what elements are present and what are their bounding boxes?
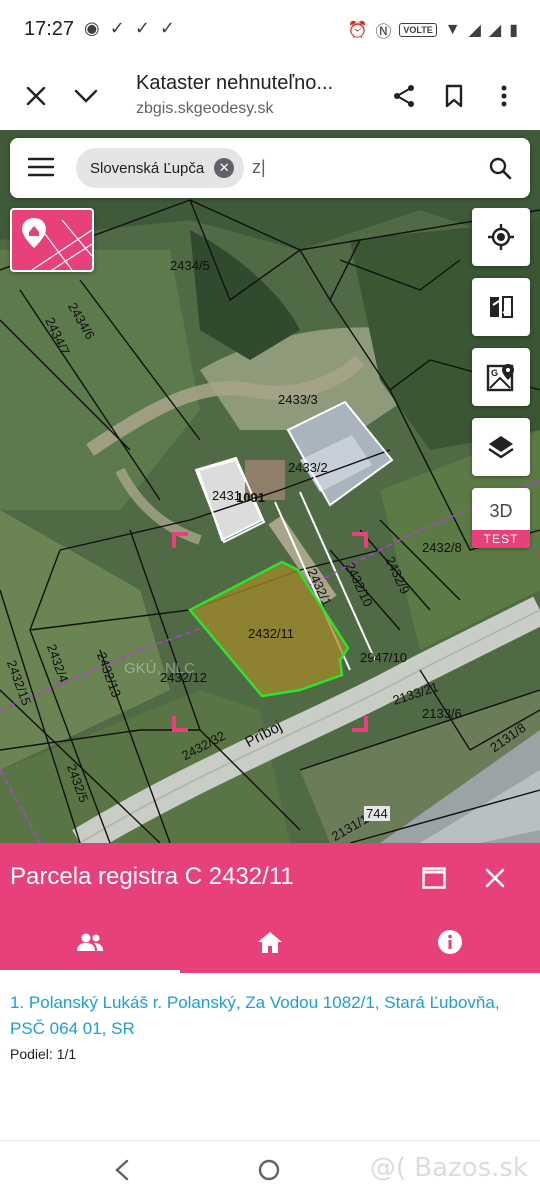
- google-maps-button[interactable]: G: [472, 348, 530, 406]
- active-tab-indicator: [0, 970, 180, 973]
- battery-icon: ▮: [509, 22, 518, 39]
- my-location-button[interactable]: [472, 208, 530, 266]
- cadastre-layer-icon: [22, 218, 92, 270]
- tab-owners[interactable]: [0, 911, 180, 973]
- nfc-icon: Ⓝ: [375, 24, 392, 41]
- layers-icon: [488, 436, 514, 459]
- parcel-label: 2433/3: [278, 392, 318, 407]
- parcel-panel-header: Parcela registra C 2432/11: [0, 843, 540, 973]
- bookmark-icon[interactable]: [434, 76, 474, 116]
- maximize-icon[interactable]: [422, 867, 446, 894]
- status-bar: 17:27 ◉ ✓ ✓ ✓ ⏰ Ⓝ VOLTE ▼ ◢ ◢ ▮: [0, 0, 540, 62]
- share-icon[interactable]: [384, 76, 424, 116]
- status-time: 17:27: [24, 18, 75, 40]
- 3d-test-button[interactable]: 3D TEST: [472, 488, 530, 548]
- map-view[interactable]: 2434/5 2434/6 2434/7 2433/3 2433/2 2431 …: [0, 130, 540, 843]
- tab-property[interactable]: [180, 911, 360, 973]
- close-panel-icon[interactable]: [484, 867, 506, 894]
- compare-icon: [490, 296, 513, 318]
- parcel-label: 2433/2: [288, 460, 328, 475]
- svg-text:G: G: [491, 368, 498, 378]
- signal-icon: ◢: [468, 22, 481, 39]
- home-icon: [258, 932, 282, 953]
- compare-button[interactable]: [472, 278, 530, 336]
- system-icons: ⏰ Ⓝ VOLTE ▼ ◢ ◢ ▮: [347, 18, 518, 42]
- test-badge: TEST: [472, 530, 530, 548]
- info-icon: [438, 930, 462, 954]
- download-icon: ✓: [109, 18, 125, 38]
- owner-link[interactable]: 1. Polanský Lukáš r. Polanský, Za Vodou …: [10, 990, 530, 1042]
- basemap-switch-button[interactable]: [10, 208, 94, 272]
- page-title: Kataster nehnuteľno...: [136, 72, 334, 94]
- menu-icon[interactable]: [27, 156, 55, 183]
- chevron-down-icon[interactable]: [66, 76, 106, 116]
- back-icon[interactable]: [114, 1159, 130, 1186]
- parcel-label-selected: 2432/11: [248, 626, 295, 641]
- messenger-icon: ◉: [84, 18, 100, 38]
- gps-icon: [488, 224, 514, 250]
- parcel-label: 1091: [236, 490, 265, 505]
- system-nav-bar: @( Bazos.sk: [0, 1140, 540, 1201]
- location-chip[interactable]: Slovenská Ľupča ✕: [76, 148, 245, 188]
- alarm-icon: ⏰: [347, 22, 368, 39]
- parcel-label: 2947/10: [360, 650, 407, 665]
- parcel-label: 2432/8: [422, 540, 462, 555]
- more-menu-icon[interactable]: [484, 76, 524, 116]
- notification-icons: ◉ ✓ ✓ ✓: [84, 18, 175, 39]
- search-input[interactable]: z|: [252, 157, 266, 178]
- map-search-bar: Slovenská Ľupča ✕ z|: [10, 138, 530, 198]
- browser-toolbar: Kataster nehnuteľno... zbgis.skgeodesy.s…: [0, 62, 540, 130]
- volte-badge: VOLTE: [399, 23, 437, 37]
- download-icon: ✓: [159, 18, 175, 38]
- search-icon[interactable]: [488, 156, 512, 185]
- site-watermark: @( Bazos.sk: [369, 1153, 528, 1183]
- wifi-icon: ▼: [444, 21, 461, 38]
- home-nav-icon[interactable]: [258, 1159, 280, 1186]
- page-url: zbgis.skgeodesy.sk: [136, 100, 274, 117]
- road-number: 744: [364, 806, 390, 821]
- signal-icon: ◢: [488, 22, 502, 39]
- people-icon: [77, 933, 103, 951]
- chip-remove-icon[interactable]: ✕: [214, 158, 235, 178]
- parcel-label: 2133/6: [422, 706, 462, 721]
- tab-info[interactable]: [360, 911, 540, 973]
- close-icon[interactable]: [16, 76, 56, 116]
- layers-button[interactable]: [472, 418, 530, 476]
- 3d-label: 3D: [489, 500, 513, 521]
- parcel-title: Parcela registra C 2432/11: [10, 863, 294, 890]
- map-pin-icon: G: [486, 364, 514, 392]
- map-watermark: GKÚ, NLC: [124, 660, 195, 677]
- download-icon: ✓: [134, 18, 150, 38]
- ownership-share: Podiel: 1/1: [10, 1046, 77, 1062]
- parcel-label: 2434/5: [170, 258, 210, 273]
- location-chip-label: Slovenská Ľupča: [90, 159, 205, 177]
